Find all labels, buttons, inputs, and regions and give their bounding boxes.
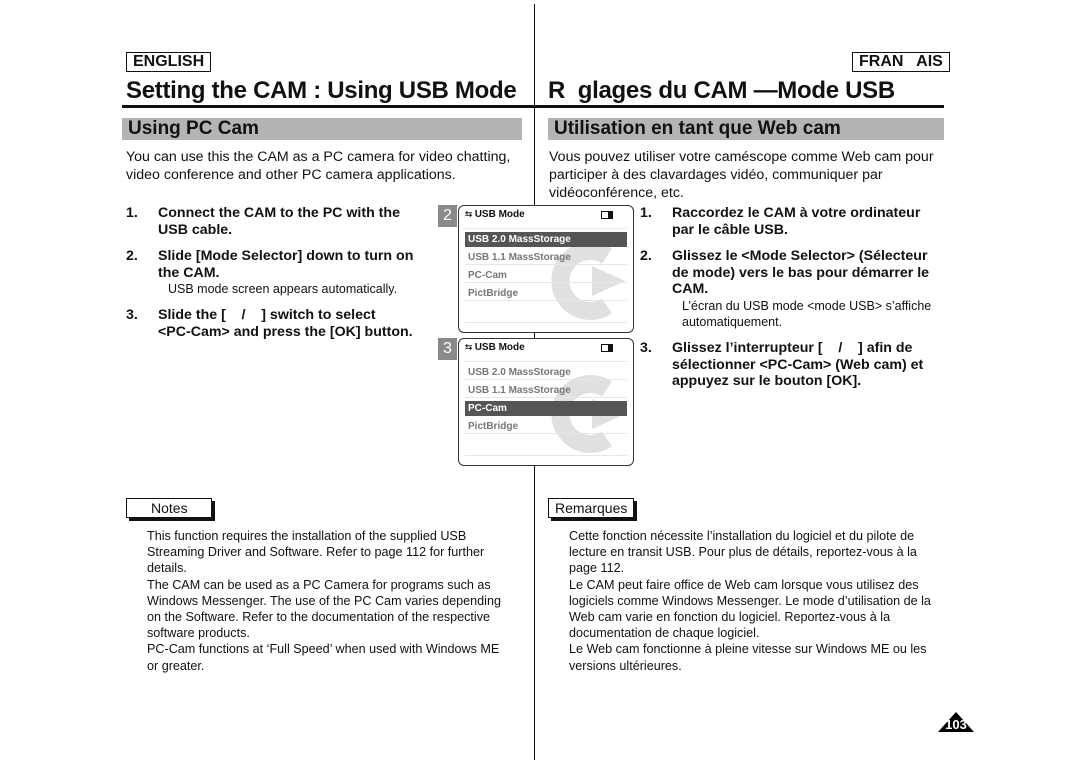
step-text: par le câble USB. [672, 221, 788, 238]
language-tag-english: ENGLISH [126, 52, 212, 72]
notes-line: logiciels comme Windows Messenger. Le mo… [569, 593, 931, 608]
notes-label-english: Notes [126, 498, 212, 518]
notes-line: documentation de chaque logiciel. [569, 626, 760, 641]
step-text: sélectionner <PC-Cam> (Web cam) et [672, 356, 924, 373]
step-text: the CAM. [158, 264, 220, 281]
usb-mode-screen: ⮀ USB Mode USB 2.0 MassStorage USB 1.1 Mas… [458, 205, 634, 333]
step-2-english: 2. Slide [Mode Selector] down to turn on… [126, 248, 436, 297]
step-number: 1. [126, 205, 138, 221]
notes-line: details. [147, 561, 187, 576]
notes-line: Windows Messenger. The use of the PC Cam… [147, 593, 501, 608]
step-note: L’écran du USB mode <mode USB> s’affiche [682, 298, 932, 313]
intro-line: vidéoconférence, etc. [549, 185, 684, 201]
step-note: USB mode screen appears automatically. [168, 282, 398, 296]
notes-label-french: Remarques [548, 498, 634, 518]
separator [465, 228, 627, 229]
step-1-french: 1. Raccordez le CAM à votre ordinateur p… [640, 205, 950, 238]
page-title-english: Setting the CAM : Using USB Mode [126, 77, 517, 104]
notes-line: versions ultérieures. [569, 658, 682, 673]
page-number-badge: 103 [938, 712, 974, 732]
step-text: Glissez le <Mode Selector> (Sélecteur [672, 248, 928, 264]
step-text: Glissez l’interrupteur [ / ] afin de [672, 340, 913, 356]
notes-label-text: Notes [151, 500, 188, 516]
step-text: de mode) vers le bas pour démarrer le [672, 264, 930, 281]
intro-english: You can use this the CAM as a PC camera … [126, 148, 526, 184]
notes-line: Web cam varie en fonction du logiciel. R… [569, 610, 891, 625]
step-number: 3. [126, 307, 138, 323]
screen-title: USB Mode [474, 209, 525, 220]
notes-line: software products. [147, 626, 250, 641]
step-number: 1. [640, 205, 652, 221]
step-number: 3. [640, 340, 652, 356]
separator [465, 361, 627, 362]
menu-item[interactable]: PC-Cam [465, 401, 627, 416]
notes-french: Cette fonction nécessite l’installation … [569, 528, 949, 674]
notes-line: lecture en transit USB. Pour plus de dét… [569, 545, 917, 560]
step-text: appuyez sur le bouton [OK]. [672, 373, 862, 389]
step-2-french: 2. Glissez le <Mode Selector> (Sélecteur… [640, 248, 950, 330]
battery-icon [601, 344, 613, 352]
notes-line: PC-Cam functions at ‘Full Speed’ when us… [147, 642, 500, 657]
step-text: Raccordez le CAM à votre ordinateur [672, 205, 921, 221]
step-text: USB cable. [158, 221, 233, 238]
intro-line: participer à des clavardages vidéo, comm… [549, 167, 883, 183]
notes-line: on the Software. Refer to the documentat… [147, 610, 491, 625]
separator [465, 455, 627, 456]
menu-item[interactable]: PC-Cam [465, 268, 627, 283]
battery-icon [601, 211, 613, 219]
intro-line: Vous pouvez utiliser votre caméscope com… [549, 149, 934, 165]
page-number: 103 [945, 717, 967, 732]
section-heading-english: Using PC Cam [122, 118, 522, 140]
step-number: 2. [126, 248, 138, 264]
title-rule [122, 105, 534, 108]
menu-item[interactable]: PictBridge [465, 286, 627, 301]
notes-line: page 112. [569, 561, 625, 576]
step-badge: 3 [438, 338, 457, 360]
notes-line: The CAM can be used as a PC Camera for p… [147, 577, 491, 592]
menu-item[interactable]: USB 2.0 MassStorage [465, 232, 627, 247]
intro-french: Vous pouvez utiliser votre caméscope com… [549, 148, 949, 202]
screen-header: ⮀ USB Mode [465, 209, 525, 220]
usb-icon: ⮀ [465, 342, 475, 352]
menu-item[interactable]: USB 1.1 MassStorage [465, 250, 627, 265]
intro-line: video conference and other PC camera app… [126, 167, 456, 183]
step-text: Slide [Mode Selector] down to turn on [158, 248, 414, 264]
menu-item[interactable]: PictBridge [465, 419, 627, 434]
menu-item[interactable]: USB 1.1 MassStorage [465, 383, 627, 398]
step-number: 2. [640, 248, 652, 264]
language-tag-french: FRAN AIS [852, 52, 950, 72]
step-3-english: 3. Slide the [ / ] switch to select <PC-… [126, 307, 436, 340]
separator [465, 322, 627, 323]
notes-line: This function requires the installation … [147, 529, 467, 543]
step-text: CAM. [672, 281, 709, 297]
screen-title: USB Mode [474, 342, 525, 353]
step-badge: 2 [438, 205, 457, 227]
notes-line: Streaming Driver and Software. Refer to … [147, 545, 485, 560]
step-text: <PC-Cam> and press the [OK] button. [158, 323, 413, 340]
step-1-english: 1. Connect the CAM to the PC with the US… [126, 205, 436, 238]
page-title-french: R glages du CAM —Mode USB [548, 77, 895, 104]
notes-line: or greater. [147, 658, 205, 673]
notes-line: Cette fonction nécessite l’installation … [569, 529, 915, 543]
section-heading-french: Utilisation en tant que Web cam [548, 118, 944, 140]
notes-line: Le CAM peut faire office de Web cam lors… [569, 577, 919, 592]
usb-icon: ⮀ [465, 209, 475, 219]
title-rule [534, 105, 944, 108]
usb-mode-screen: ⮀ USB Mode USB 2.0 MassStorage USB 1.1 Mas… [458, 338, 634, 466]
notes-english: This function requires the installation … [147, 528, 527, 674]
step-3-french: 3. Glissez l’interrupteur [ / ] afin de … [640, 340, 950, 390]
screen-header: ⮀ USB Mode [465, 342, 525, 353]
intro-line: You can use this the CAM as a PC camera … [126, 149, 511, 165]
step-text: Connect the CAM to the PC with the [158, 205, 400, 221]
step-note: automatiquement. [682, 314, 783, 329]
notes-line: Le Web cam fonctionne à pleine vitesse s… [569, 642, 927, 657]
menu-item[interactable]: USB 2.0 MassStorage [465, 365, 627, 380]
step-text: Slide the [ / ] switch to select [158, 307, 376, 323]
notes-label-text: Remarques [555, 500, 628, 516]
